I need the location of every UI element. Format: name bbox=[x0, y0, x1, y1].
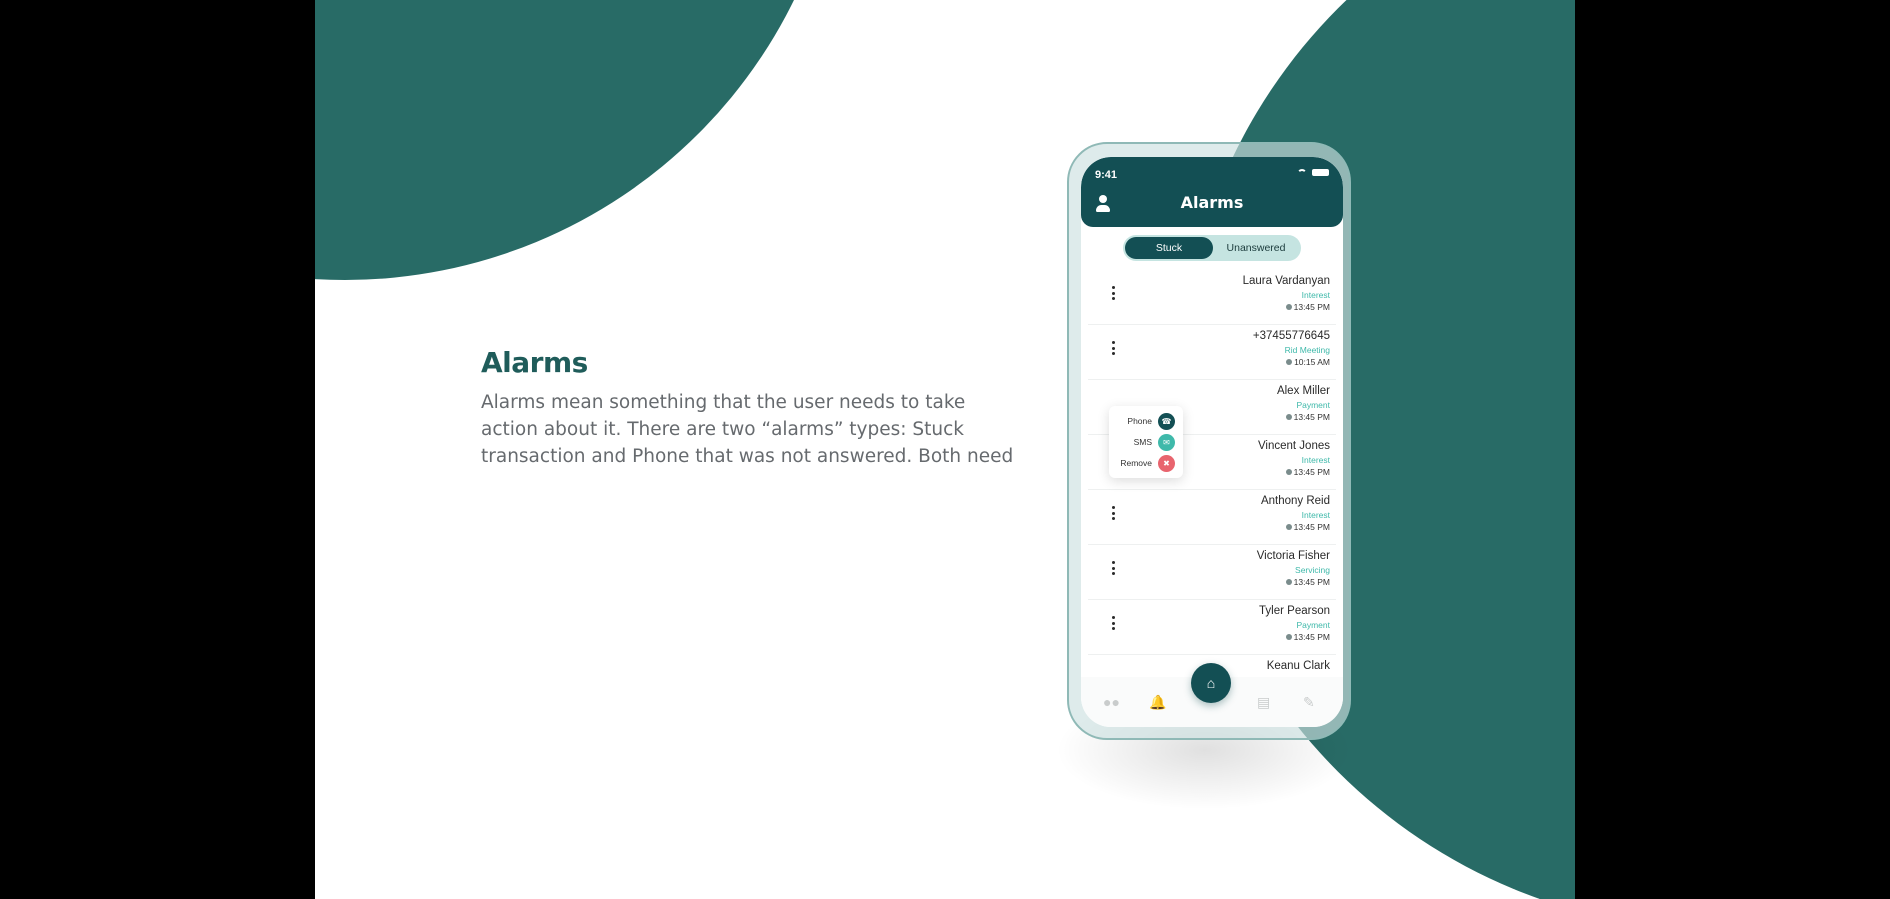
phone-icon: ☎ bbox=[1158, 412, 1175, 430]
alarm-time: 10:15 AM bbox=[1286, 357, 1330, 367]
more-options-icon[interactable] bbox=[1108, 341, 1118, 361]
page-title: Alarms bbox=[1180, 193, 1244, 212]
clock-icon bbox=[1285, 579, 1292, 585]
alarm-name: +37455776645 bbox=[1252, 330, 1330, 342]
menu-item-remove[interactable]: Remove ✖ bbox=[1120, 454, 1175, 472]
tab-stuck[interactable]: Stuck bbox=[1125, 237, 1213, 259]
clock-icon bbox=[1286, 359, 1293, 365]
phone-mockup: 9:41 Alarms Stuck Unanswered Laura Varda… bbox=[1067, 142, 1351, 740]
alarm-name: Laura Vardanyan bbox=[1242, 275, 1330, 287]
home-icon[interactable]: ⌂ bbox=[1191, 663, 1231, 703]
chart-icon[interactable]: ▤ bbox=[1257, 694, 1270, 711]
edit-icon[interactable]: ✎ bbox=[1303, 694, 1315, 711]
battery-icon bbox=[1312, 169, 1329, 176]
phone-screen: 9:41 Alarms Stuck Unanswered Laura Varda… bbox=[1081, 157, 1343, 727]
clock-icon bbox=[1285, 634, 1292, 640]
list-item[interactable]: Anthony Reid Interest 13:45 PM bbox=[1088, 489, 1336, 545]
alarm-type: Payment bbox=[1296, 400, 1330, 410]
more-options-icon[interactable] bbox=[1108, 616, 1118, 636]
wifi-icon bbox=[1297, 169, 1307, 176]
alarm-time: 13:45 PM bbox=[1285, 522, 1330, 532]
status-time: 9:41 bbox=[1095, 169, 1118, 181]
tab-unanswered[interactable]: Unanswered bbox=[1213, 237, 1299, 259]
context-menu: Phone ☎ SMS ✉ Remove ✖ bbox=[1109, 406, 1183, 478]
section-heading: Alarms bbox=[481, 346, 588, 379]
alarm-type: Rid Meeting bbox=[1284, 345, 1330, 355]
menu-item-label: Remove bbox=[1120, 458, 1152, 468]
alarm-time: 13:45 PM bbox=[1285, 632, 1330, 642]
menu-item-label: Phone bbox=[1127, 416, 1152, 426]
more-options-icon[interactable] bbox=[1108, 506, 1118, 526]
alarm-type: Interest bbox=[1301, 510, 1330, 520]
alarm-time: 13:45 PM bbox=[1285, 467, 1330, 477]
app-header: 9:41 Alarms bbox=[1081, 157, 1343, 227]
menu-item-label: SMS bbox=[1133, 437, 1152, 447]
menu-item-sms[interactable]: SMS ✉ bbox=[1134, 433, 1175, 451]
alarm-type: Payment bbox=[1296, 620, 1330, 630]
alarm-type: Interest bbox=[1301, 290, 1330, 300]
alarm-name: Victoria Fisher bbox=[1256, 550, 1330, 562]
menu-item-phone[interactable]: Phone ☎ bbox=[1127, 412, 1175, 430]
description-block: Alarms Alarms mean something that the us… bbox=[481, 346, 1021, 470]
list-item[interactable]: +37455776645 Rid Meeting 10:15 AM bbox=[1088, 324, 1336, 380]
clock-icon bbox=[1285, 524, 1292, 530]
bell-icon[interactable]: 🔔 bbox=[1149, 694, 1166, 711]
slide: Alarms Alarms mean something that the us… bbox=[315, 0, 1575, 899]
segment-control: Stuck Unanswered bbox=[1123, 235, 1301, 261]
clock-icon bbox=[1285, 469, 1292, 475]
alarm-name: Vincent Jones bbox=[1257, 440, 1330, 452]
alarm-time: 13:45 PM bbox=[1285, 412, 1330, 422]
clock-icon bbox=[1285, 414, 1292, 420]
clock-icon bbox=[1285, 304, 1292, 310]
trash-icon: ✖ bbox=[1158, 454, 1175, 472]
decorative-shape-left bbox=[315, 0, 845, 280]
list-item[interactable]: Victoria Fisher Servicing 13:45 PM bbox=[1088, 544, 1336, 600]
alarm-name: Keanu Clark bbox=[1266, 660, 1330, 672]
alarm-type: Interest bbox=[1301, 455, 1330, 465]
message-icon: ✉ bbox=[1158, 433, 1175, 451]
more-options-icon[interactable] bbox=[1108, 561, 1118, 581]
section-description: Alarms mean something that the user need… bbox=[481, 392, 1014, 467]
alarm-time: 13:45 PM bbox=[1285, 577, 1330, 587]
alarm-name: Alex Miller bbox=[1276, 385, 1330, 397]
alarm-type: Servicing bbox=[1295, 565, 1330, 575]
alarm-time: 13:45 PM bbox=[1285, 302, 1330, 312]
more-options-icon[interactable] bbox=[1108, 286, 1118, 306]
status-icons bbox=[1297, 169, 1329, 176]
list-item[interactable]: Laura Vardanyan Interest 13:45 PM bbox=[1088, 269, 1336, 325]
alarm-name: Anthony Reid bbox=[1260, 495, 1330, 507]
alarm-name: Tyler Pearson bbox=[1259, 605, 1330, 617]
users-icon[interactable]: ●● bbox=[1103, 694, 1120, 710]
list-item[interactable]: Tyler Pearson Payment 13:45 PM bbox=[1088, 599, 1336, 655]
